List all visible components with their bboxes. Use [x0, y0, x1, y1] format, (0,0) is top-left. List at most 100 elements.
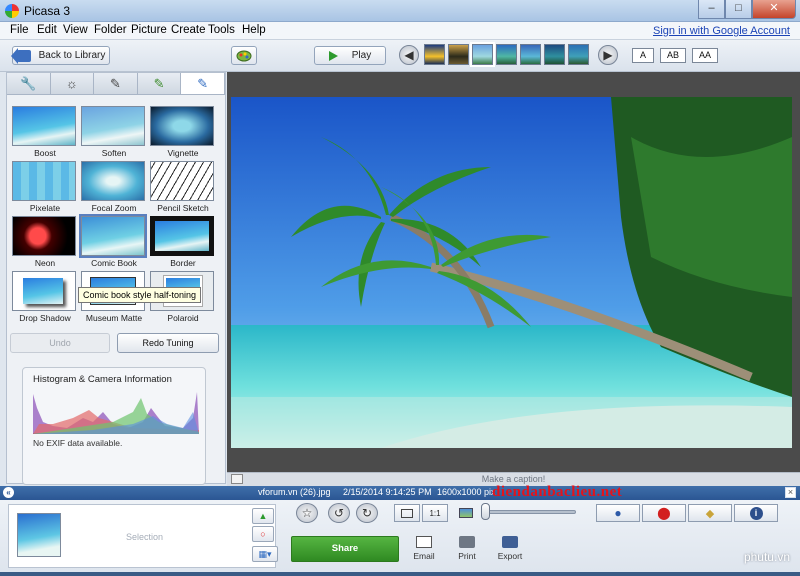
histogram-graph — [33, 388, 199, 434]
export-button[interactable]: Export — [490, 536, 530, 561]
window-title: Picasa 3 — [24, 4, 71, 18]
info-bar: « vforum.vn (26).jpg 2/15/2014 9:14:25 P… — [0, 486, 800, 500]
effect-neon[interactable]: Neon — [12, 216, 78, 269]
export-folder-icon — [502, 536, 518, 548]
maximize-icon[interactable]: □ — [725, 0, 752, 19]
back-arrow-icon — [10, 47, 31, 64]
file-dimensions: 1600x1000 pix — [437, 487, 496, 497]
effect-focal-zoom[interactable]: Focal Zoom — [81, 161, 147, 214]
film-thumb[interactable] — [544, 44, 565, 65]
taskbar-edge — [0, 572, 800, 576]
zoom-slider-handle[interactable] — [481, 503, 490, 520]
effect-soften[interactable]: Soften — [81, 106, 147, 159]
sign-in-link[interactable]: Sign in with Google Account — [653, 25, 790, 37]
fit-view-button[interactable] — [394, 504, 420, 522]
share-button[interactable]: Share — [291, 536, 399, 562]
info-icon: i — [749, 506, 763, 520]
effect-preview — [79, 214, 147, 258]
email-icon — [416, 536, 432, 548]
email-button[interactable]: Email — [404, 536, 444, 561]
text-size-medium-button[interactable]: AB — [660, 48, 686, 63]
brush-blue-icon: ✎ — [197, 75, 209, 91]
palette-icon — [236, 50, 252, 61]
histogram-title: Histogram & Camera Information — [33, 374, 172, 385]
redo-tuning-button[interactable]: Redo Tuning — [117, 333, 219, 353]
actual-size-button[interactable]: 1:1 — [422, 504, 448, 522]
effect-preview — [150, 161, 214, 201]
next-arrow-icon[interactable]: ▶ — [598, 45, 618, 65]
tag-picture-button[interactable] — [231, 46, 257, 65]
properties-button[interactable]: i — [734, 504, 778, 522]
clear-selection-icon[interactable]: ○ — [252, 526, 274, 542]
rotate-right-icon[interactable]: ↻ — [356, 503, 378, 523]
filmstrip — [424, 42, 589, 67]
histogram-chart — [33, 392, 199, 434]
map-pin-icon: ⬤ — [657, 506, 671, 520]
previous-arrow-icon[interactable]: ◀ — [399, 45, 419, 65]
effect-preview — [81, 106, 145, 146]
text-size-large-button[interactable]: AA — [692, 48, 718, 63]
menu-edit[interactable]: Edit — [37, 24, 57, 36]
effect-pixelate[interactable]: Pixelate — [12, 161, 78, 214]
print-button[interactable]: Print — [447, 536, 487, 561]
printer-icon — [459, 536, 475, 548]
film-thumb[interactable] — [568, 44, 589, 65]
effect-comic-book[interactable]: Comic Book — [79, 214, 147, 269]
collapse-icon[interactable]: « — [3, 487, 14, 498]
rotate-left-icon[interactable]: ↺ — [328, 503, 350, 523]
places-button[interactable]: ⬤ — [642, 504, 686, 522]
effect-preview — [81, 161, 145, 201]
effect-preview — [12, 216, 76, 256]
film-thumb-selected[interactable] — [470, 42, 495, 67]
selection-tray: Selection — [8, 504, 276, 568]
title-bar: Picasa 3 – □ ✕ — [0, 0, 800, 22]
effect-vignette[interactable]: Vignette — [150, 106, 216, 159]
tab-tuning[interactable]: ☼ — [50, 73, 95, 94]
selection-thumbnail[interactable] — [17, 513, 61, 557]
effect-border[interactable]: Border — [150, 216, 216, 269]
close-info-icon[interactable]: × — [785, 487, 796, 498]
people-button[interactable]: ● — [596, 504, 640, 522]
pin-icon[interactable]: ▲ — [252, 508, 274, 524]
close-icon[interactable]: ✕ — [752, 0, 796, 19]
menu-create[interactable]: Create — [171, 24, 206, 36]
caption-input[interactable]: Make a caption! — [227, 474, 800, 484]
effect-drop-shadow[interactable]: Drop Shadow — [12, 271, 78, 324]
main-photo[interactable] — [231, 97, 792, 448]
menu-help[interactable]: Help — [242, 24, 266, 36]
tab-basic-fixes[interactable]: 🔧 — [7, 73, 51, 94]
tab-effects[interactable]: ✎ — [94, 73, 138, 94]
film-thumb[interactable] — [448, 44, 469, 65]
menu-picture[interactable]: Picture — [131, 24, 167, 36]
menu-view[interactable]: View — [63, 24, 88, 36]
tab-effects-2[interactable]: ✎ — [137, 73, 182, 94]
menu-file[interactable]: File — [10, 24, 29, 36]
undo-button[interactable]: Undo — [10, 333, 110, 353]
menu-tools[interactable]: Tools — [208, 24, 235, 36]
play-icon — [328, 50, 338, 61]
tags-button[interactable]: ◆ — [688, 504, 732, 522]
exif-info: No EXIF data available. — [33, 438, 123, 448]
play-button[interactable]: Play — [314, 46, 386, 65]
album-menu-icon[interactable]: ▦▾ — [252, 546, 278, 562]
minimize-icon[interactable]: – — [698, 0, 725, 19]
film-thumb[interactable] — [496, 44, 517, 65]
tab-effects-3[interactable]: ✎ — [181, 73, 225, 94]
zoom-slider[interactable] — [486, 510, 576, 514]
film-thumb[interactable] — [520, 44, 541, 65]
effect-preview — [12, 161, 76, 201]
window-controls: – □ ✕ — [698, 0, 796, 19]
beach-photo — [231, 97, 792, 448]
effect-preview — [150, 106, 214, 146]
effect-pencil-sketch[interactable]: Pencil Sketch — [150, 161, 216, 214]
text-size-small-button[interactable]: A — [632, 48, 654, 63]
film-thumb[interactable] — [424, 44, 445, 65]
person-icon: ● — [614, 506, 622, 520]
photo-viewer — [227, 72, 800, 472]
effect-boost[interactable]: Boost — [12, 106, 78, 159]
effect-preview — [150, 216, 214, 256]
star-icon[interactable]: ☆ — [296, 503, 318, 523]
picasa-icon — [5, 4, 19, 18]
back-to-library-button[interactable]: Back to Library — [10, 46, 110, 65]
menu-folder[interactable]: Folder — [94, 24, 127, 36]
